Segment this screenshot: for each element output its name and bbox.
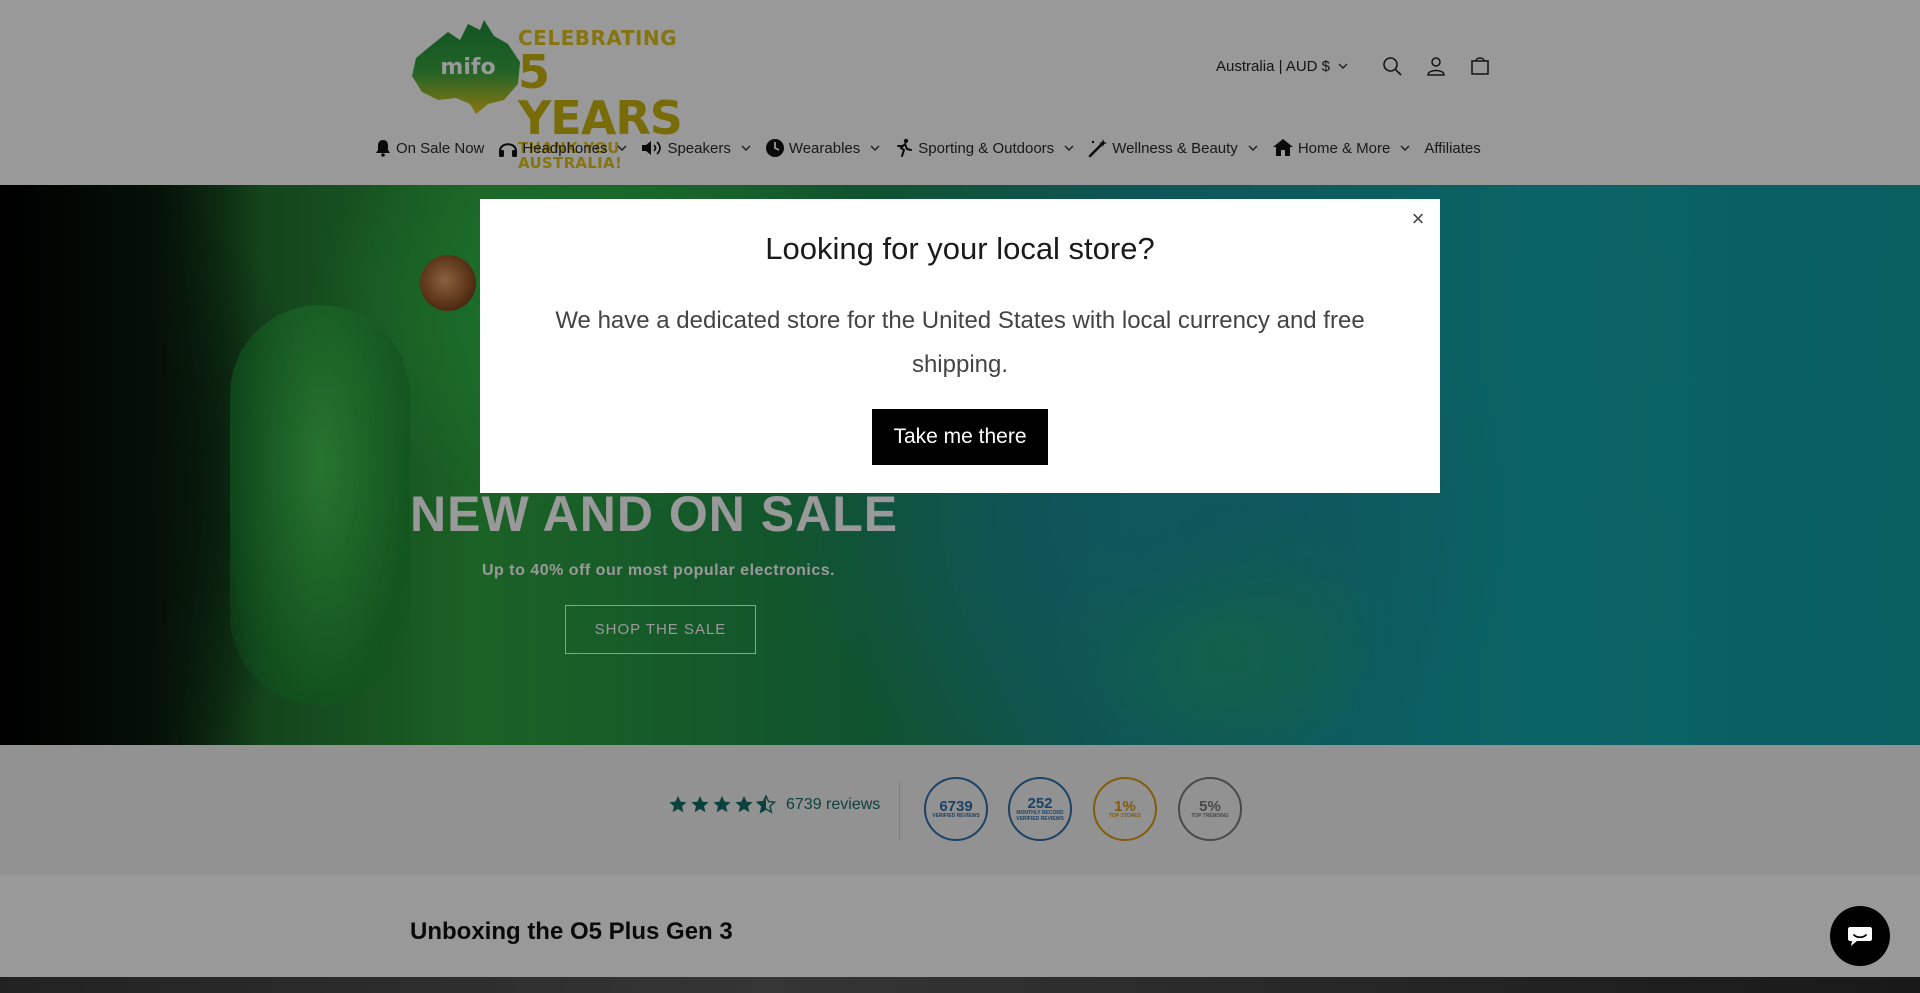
chat-launcher[interactable] [1830, 906, 1890, 966]
modal-body: We have a dedicated store for the United… [555, 307, 1365, 378]
take-me-there-button[interactable]: Take me there [872, 409, 1048, 465]
close-icon[interactable]: × [1406, 206, 1430, 231]
store-redirect-modal: × Looking for your local store? We have … [480, 199, 1440, 493]
modal-title: Looking for your local store? [765, 231, 1155, 266]
chat-icon [1848, 927, 1872, 946]
modal-overlay[interactable] [0, 0, 1920, 993]
